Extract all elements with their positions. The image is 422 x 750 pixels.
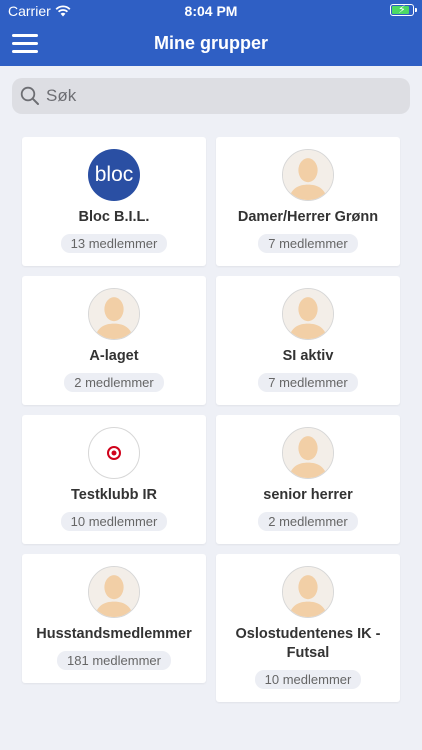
person-icon [282,149,334,201]
group-name: Bloc B.I.L. [78,209,150,225]
group-card[interactable]: Damer/Herrer Grønn 7 medlemmer [216,137,400,266]
charging-icon: ⚡ [398,4,406,16]
page-title: Mine grupper [153,33,268,53]
group-name: senior herrer [263,487,353,503]
navigation-bar: Mine grupper [0,22,422,66]
member-count-badge: 2 medlemmer [258,512,358,531]
member-count-badge: 7 medlemmer [258,234,358,253]
group-card[interactable]: senior herrer 2 medlemmer [216,415,400,544]
group-card[interactable]: SI aktiv 7 medlemmer [216,276,400,405]
group-name: Damer/Herrer Grønn [237,209,379,225]
member-count-badge: 7 medlemmer [258,373,358,392]
group-grid: bloc Bloc B.I.L. 13 medlemmer Damer/Herrer … [22,137,400,702]
member-count-badge: 181 medlemmer [57,651,171,670]
group-card[interactable]: Oslostudentenes IK - Futsal 10 medlemmer [216,554,400,702]
target-logo-icon [88,427,140,479]
group-name: SI aktiv [282,348,334,364]
member-count-badge: 13 medlemmer [60,234,168,253]
person-icon [282,427,334,479]
status-bar: Carrier 8:04 PM ⚡ [0,0,422,22]
member-count-badge: 10 medlemmer [60,512,168,531]
group-card[interactable]: Husstandsmedlemmer 181 medlemmer [22,554,206,683]
app-header: Carrier 8:04 PM ⚡ Mine grupper [0,0,422,66]
group-name: Testklubb IR [71,487,157,503]
search-input[interactable] [46,86,386,106]
member-count-badge: 10 medlemmer [254,670,362,689]
person-icon [88,566,140,618]
member-count-badge: 2 medlemmer [64,373,164,392]
group-name: Husstandsmedlemmer [36,626,192,642]
person-icon [282,288,334,340]
group-name: Oslostudentenes IK - Futsal [235,626,381,661]
group-card[interactable]: A-laget 2 medlemmer [22,276,206,405]
person-icon [88,288,140,340]
clock: 8:04 PM [184,3,238,19]
search-bar[interactable] [12,78,410,114]
group-card[interactable]: Testklubb IR 10 medlemmer [22,415,206,544]
person-icon [282,566,334,618]
search-icon [20,86,39,105]
group-card[interactable]: bloc Bloc B.I.L. 13 medlemmer [22,137,206,266]
group-name: A-laget [89,348,139,364]
bloc-logo-icon: bloc [88,149,140,201]
battery-icon: ⚡ [390,4,417,16]
